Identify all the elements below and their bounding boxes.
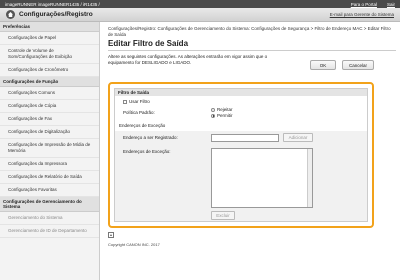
exceptions-title: Endereços de Exceção <box>119 123 166 128</box>
sidebar-item-dept-id[interactable]: Gerenciamento de ID de Departamento <box>0 225 99 238</box>
policy-label: Política Padrão: <box>123 110 155 115</box>
sidebar-item-memory-media-print[interactable]: Configurações de Impressão de Mídia de M… <box>0 139 99 158</box>
sidebar-item-report-output[interactable]: Configurações de Relatório de Saída <box>0 171 99 184</box>
ok-button[interactable]: OK <box>310 60 336 70</box>
top-bar: imageRUNNER imageRUNNER1435 / iR1435 / P… <box>0 0 400 8</box>
panel-header: Filtro de Saída <box>115 89 367 96</box>
reject-radio[interactable] <box>211 107 215 112</box>
use-filter-row: Usar Filtro <box>123 99 150 104</box>
back-to-top-icon[interactable] <box>108 232 114 238</box>
copyright-text: Copyright CANON INC. 2017 <box>108 242 160 247</box>
portal-link[interactable]: Para o Portal <box>351 2 377 7</box>
policy-allow-option[interactable]: Permitir <box>211 113 233 118</box>
exceptions-listbox[interactable] <box>211 148 313 208</box>
settings-home-icon <box>6 10 15 19</box>
instruction-note: Altere as seguintes configurações. As al… <box>108 54 268 65</box>
page-title: Editar Filtro de Saída <box>108 39 396 51</box>
page-header: Configurações/Registro E-mail para Geren… <box>0 8 400 22</box>
use-filter-label: Usar Filtro <box>129 99 150 104</box>
sidebar-item-common[interactable]: Configurações Comuns <box>0 87 99 100</box>
sidebar-item-favorites[interactable]: Configurações Favoritas <box>0 184 99 197</box>
register-address-input[interactable] <box>211 134 279 142</box>
breadcrumb: Configurações/Registro: Configurações de… <box>108 26 391 37</box>
highlight-frame: Filtro de Saída Usar Filtro Política Pad… <box>108 82 374 228</box>
sidebar: Preferências Configurações de Papel Cont… <box>0 22 100 280</box>
reject-label: Rejeitar <box>217 107 233 112</box>
allow-label: Permitir <box>217 113 233 118</box>
sidebar-section-function: Configurações de Função <box>0 77 99 87</box>
outbound-filter-panel: Filtro de Saída Usar Filtro Política Pad… <box>114 88 368 222</box>
sidebar-item-printer[interactable]: Configurações da Impressora <box>0 158 99 171</box>
sidebar-item-scan[interactable]: Configurações de Digitalização <box>0 126 99 139</box>
exceptions-label: Endereços de Exceção: <box>123 149 171 154</box>
device-title: imageRUNNER imageRUNNER1435 / iR1435 / <box>5 1 100 7</box>
sidebar-item-system-mgmt[interactable]: Gerenciamento do Sistema <box>0 212 99 225</box>
sidebar-section-preferences: Preferências <box>0 22 99 32</box>
sidebar-item-copy[interactable]: Configurações de Cópia <box>0 100 99 113</box>
delete-button[interactable]: Excluir <box>211 211 235 220</box>
cancel-button[interactable]: Cancelar <box>342 60 374 70</box>
allow-radio[interactable] <box>211 113 215 118</box>
add-button[interactable]: Adicionar <box>283 133 313 142</box>
use-filter-checkbox[interactable] <box>123 99 127 104</box>
admin-email-link[interactable]: E-mail para Gerente do Sistema <box>330 12 394 17</box>
logout-link[interactable]: Sair <box>387 2 395 7</box>
listbox-scrollbar[interactable] <box>307 149 312 207</box>
sidebar-item-timer[interactable]: Configurações de Cronômetro <box>0 64 99 77</box>
sidebar-item-paper[interactable]: Configurações de Papel <box>0 32 99 45</box>
app-title: Configurações/Registro <box>19 11 93 18</box>
sidebar-section-system-mgmt: Configurações de Gerenciamento do Sistem… <box>0 197 99 212</box>
sidebar-item-volume-display[interactable]: Controle de Volume de Som/Configurações … <box>0 45 99 64</box>
policy-reject-option[interactable]: Rejeitar <box>211 107 233 112</box>
sidebar-item-fax[interactable]: Configurações de Fax <box>0 113 99 126</box>
register-label: Endereço a ser Registrado: <box>123 135 178 140</box>
